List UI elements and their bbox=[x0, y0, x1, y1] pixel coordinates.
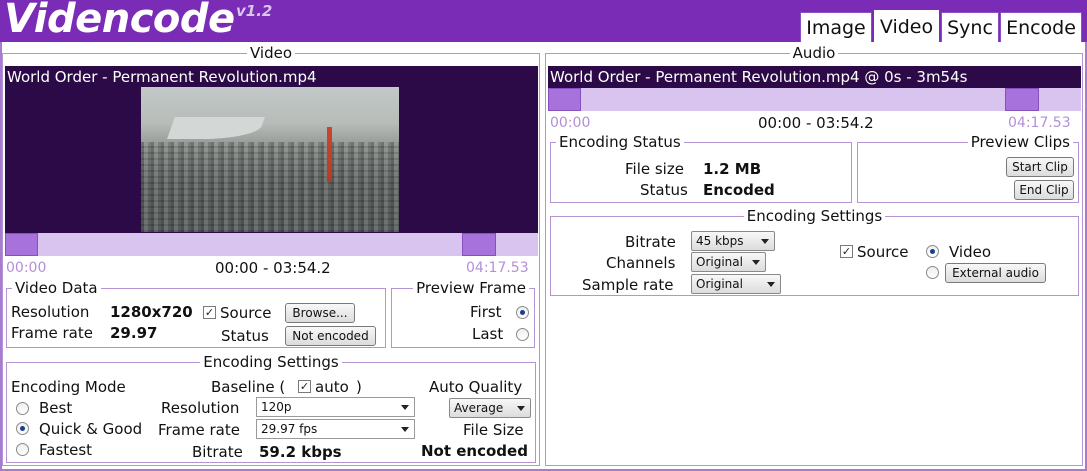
audio-title-bar: World Order - Permanent Revolution.mp4 @… bbox=[548, 66, 1081, 88]
samplerate-select-value: Original bbox=[696, 277, 743, 291]
audio-bitrate-select[interactable]: 45 kbps bbox=[691, 231, 775, 251]
framerate-select[interactable]: 29.97 fps bbox=[256, 419, 415, 439]
preview-clips-legend: Preview Clips bbox=[970, 133, 1070, 151]
auto-quality-select-value: Average bbox=[454, 401, 504, 415]
baseline-label: Baseline ( bbox=[211, 378, 286, 396]
audio-time-end: 04:17.53 bbox=[1008, 115, 1071, 131]
auto-label: auto bbox=[315, 378, 349, 396]
resolution-label: Resolution bbox=[11, 303, 90, 321]
mode-quick-good-label: Quick & Good bbox=[39, 420, 143, 438]
framerate-value: 29.97 bbox=[110, 324, 158, 342]
video-filename: World Order - Permanent Revolution.mp4 bbox=[7, 68, 317, 86]
enc-resolution-label: Resolution bbox=[161, 399, 240, 417]
framerate-select-value: 29.97 fps bbox=[261, 422, 318, 436]
app-version: v1.2 bbox=[236, 2, 273, 20]
external-audio-button[interactable]: External audio bbox=[945, 263, 1046, 283]
chevron-down-icon bbox=[401, 427, 409, 432]
mode-quick-good-radio[interactable] bbox=[16, 422, 29, 435]
tab-sync[interactable]: Sync bbox=[941, 12, 999, 42]
video-start-handle[interactable] bbox=[5, 233, 38, 256]
audio-time-range: 00:00 - 03:54.2 bbox=[758, 114, 874, 132]
audio-title: World Order - Permanent Revolution.mp4 @… bbox=[550, 68, 968, 86]
audio-start-handle[interactable] bbox=[548, 88, 581, 111]
video-time-range: 00:00 - 03:54.2 bbox=[215, 259, 331, 277]
audio-bitrate-label: Bitrate bbox=[625, 233, 676, 251]
resolution-value: 1280x720 bbox=[110, 303, 193, 321]
chevron-down-icon bbox=[401, 405, 409, 410]
resolution-select-value: 120p bbox=[261, 400, 292, 414]
chevron-down-icon bbox=[761, 239, 769, 244]
preview-frame-group: Preview Frame bbox=[391, 281, 535, 348]
audio-file-size-label: File size bbox=[625, 160, 684, 178]
audio-encoding-settings-legend: Encoding Settings bbox=[746, 207, 883, 225]
audio-video-radio[interactable] bbox=[926, 245, 939, 258]
video-time-end: 04:17.53 bbox=[466, 260, 529, 276]
baseline-close: ) bbox=[356, 378, 362, 396]
encoding-status-legend: Encoding Status bbox=[559, 133, 681, 151]
video-data-legend: Video Data bbox=[15, 279, 98, 297]
encoding-status-group: Encoding Status bbox=[550, 135, 852, 203]
chevron-down-icon bbox=[752, 260, 760, 265]
tab-video[interactable]: Video bbox=[873, 9, 940, 43]
status-button[interactable]: Not encoded bbox=[285, 326, 376, 346]
audio-external-radio[interactable] bbox=[926, 266, 939, 279]
video-time-start: 00:00 bbox=[6, 260, 47, 276]
enc-bitrate-label: Bitrate bbox=[192, 443, 243, 461]
audio-timeline-track[interactable] bbox=[548, 88, 1081, 111]
audio-status-label: Status bbox=[640, 181, 688, 199]
mode-best-radio[interactable] bbox=[16, 402, 29, 415]
chevron-down-icon bbox=[767, 282, 775, 287]
audio-legend: Audio bbox=[792, 44, 836, 62]
title-bar: Videncode v1.2 Image Video Sync Encode bbox=[0, 0, 1087, 43]
samplerate-select[interactable]: Original bbox=[691, 274, 781, 294]
source-label: Source bbox=[220, 304, 272, 322]
enc-bitrate-value: 59.2 kbps bbox=[259, 443, 342, 461]
samplerate-label: Sample rate bbox=[582, 276, 674, 294]
audio-source-label: Source bbox=[857, 243, 909, 261]
audio-bitrate-select-value: 45 kbps bbox=[696, 234, 744, 248]
video-legend: Video bbox=[249, 44, 293, 62]
tab-encode[interactable]: Encode bbox=[1000, 12, 1082, 42]
tokyo-tower bbox=[327, 127, 332, 182]
status-label: Status bbox=[221, 327, 269, 345]
video-timeline-track[interactable] bbox=[5, 233, 538, 256]
audio-time-start: 00:00 bbox=[550, 115, 591, 131]
mode-best-label: Best bbox=[39, 399, 73, 417]
audio-video-label: Video bbox=[949, 243, 992, 261]
auto-quality-select[interactable]: Average bbox=[449, 398, 531, 418]
preview-frame-legend: Preview Frame bbox=[416, 279, 526, 297]
preview-last-label: Last bbox=[472, 325, 504, 343]
file-size-value: Not encoded bbox=[421, 442, 528, 460]
auto-checkbox[interactable]: ✓ bbox=[298, 380, 311, 393]
video-encoding-settings-legend: Encoding Settings bbox=[203, 353, 339, 371]
audio-end-handle[interactable] bbox=[1005, 88, 1039, 111]
channels-select-value: Original bbox=[696, 255, 743, 269]
resolution-select[interactable]: 120p bbox=[256, 397, 415, 417]
framerate-label: Frame rate bbox=[11, 324, 93, 342]
channels-select[interactable]: Original bbox=[691, 252, 766, 272]
preview-first-radio[interactable] bbox=[516, 306, 529, 319]
audio-source-checkbox[interactable]: ✓ bbox=[840, 245, 853, 258]
file-size-label: File Size bbox=[463, 421, 524, 439]
browse-button[interactable]: Browse... bbox=[285, 303, 355, 323]
channels-label: Channels bbox=[606, 254, 676, 272]
enc-framerate-label: Frame rate bbox=[158, 421, 240, 439]
start-clip-button[interactable]: Start Clip bbox=[1006, 157, 1074, 177]
video-end-handle[interactable] bbox=[462, 233, 496, 256]
audio-file-size-value: 1.2 MB bbox=[703, 160, 762, 178]
app-logo: Videncode bbox=[4, 0, 235, 42]
end-clip-button[interactable]: End Clip bbox=[1014, 180, 1074, 200]
mode-fastest-label: Fastest bbox=[39, 441, 93, 459]
audio-status-value: Encoded bbox=[703, 181, 775, 199]
auto-quality-label: Auto Quality bbox=[429, 378, 523, 396]
encoding-mode-label: Encoding Mode bbox=[11, 378, 126, 396]
chevron-down-icon bbox=[517, 406, 525, 411]
source-checkbox[interactable]: ✓ bbox=[203, 306, 216, 319]
preview-first-label: First bbox=[470, 303, 502, 321]
tab-image[interactable]: Image bbox=[800, 12, 872, 42]
preview-last-radio[interactable] bbox=[516, 328, 529, 341]
video-frame-image bbox=[141, 87, 399, 232]
mode-fastest-radio[interactable] bbox=[16, 443, 29, 456]
